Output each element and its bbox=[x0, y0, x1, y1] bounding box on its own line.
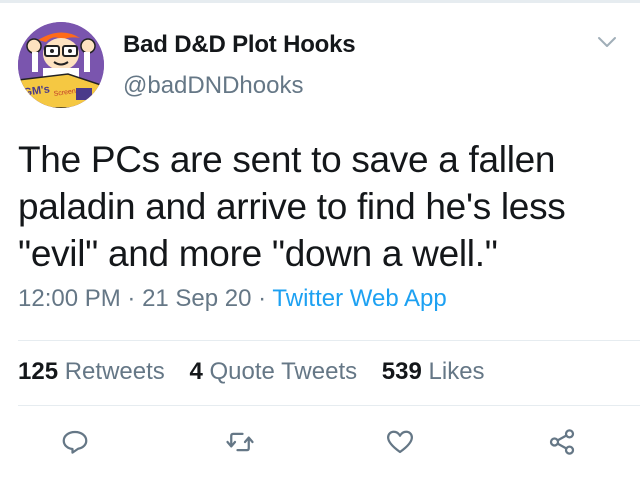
chevron-down-icon[interactable] bbox=[596, 34, 618, 50]
reply-icon bbox=[62, 430, 88, 454]
share-button[interactable] bbox=[540, 420, 584, 464]
author-display-name[interactable]: Bad D&D Plot Hooks bbox=[123, 31, 356, 59]
divider bbox=[18, 340, 640, 341]
retweet-icon bbox=[226, 432, 254, 452]
retweet-button[interactable] bbox=[218, 420, 262, 464]
meta-separator: · bbox=[120, 285, 143, 312]
tweet-source-link[interactable]: Twitter Web App bbox=[272, 285, 446, 312]
likes-label: Likes bbox=[428, 358, 485, 385]
like-button[interactable] bbox=[378, 420, 422, 464]
gm-screen-character-avatar-icon: GM's Screen bbox=[18, 22, 104, 108]
reply-button[interactable] bbox=[53, 420, 97, 464]
tweet-stats: 125 Retweets 4 Quote Tweets 539 Likes bbox=[18, 358, 503, 386]
top-divider bbox=[0, 0, 640, 3]
heart-icon bbox=[387, 430, 413, 454]
avatar[interactable]: GM's Screen bbox=[18, 22, 104, 108]
tweet-date[interactable]: 21 Sep 20 bbox=[142, 285, 251, 312]
likes-stat[interactable]: 539 Likes bbox=[382, 358, 485, 385]
share-icon bbox=[549, 429, 575, 455]
quotes-count: 4 bbox=[189, 358, 203, 385]
quote-tweets-stat[interactable]: 4 Quote Tweets bbox=[189, 358, 357, 385]
quotes-label: Quote Tweets bbox=[209, 358, 358, 385]
retweets-stat[interactable]: 125 Retweets bbox=[18, 358, 165, 385]
tweet-card: GM's Screen Bad D&D Plot Hooks @badDNDho… bbox=[0, 0, 640, 489]
tweet-actions bbox=[0, 420, 640, 464]
divider bbox=[18, 405, 640, 406]
retweets-count: 125 bbox=[18, 358, 59, 385]
tweet-text: The PCs are sent to save a fallen paladi… bbox=[18, 139, 566, 274]
tweet-meta: 12:00 PM · 21 Sep 20 · Twitter Web App bbox=[18, 285, 447, 313]
likes-count: 539 bbox=[381, 358, 422, 385]
retweets-label: Retweets bbox=[64, 358, 165, 385]
meta-separator: · bbox=[251, 285, 273, 312]
tweet-time[interactable]: 12:00 PM bbox=[18, 285, 121, 312]
author-handle[interactable]: @badDNDhooks bbox=[123, 72, 303, 100]
